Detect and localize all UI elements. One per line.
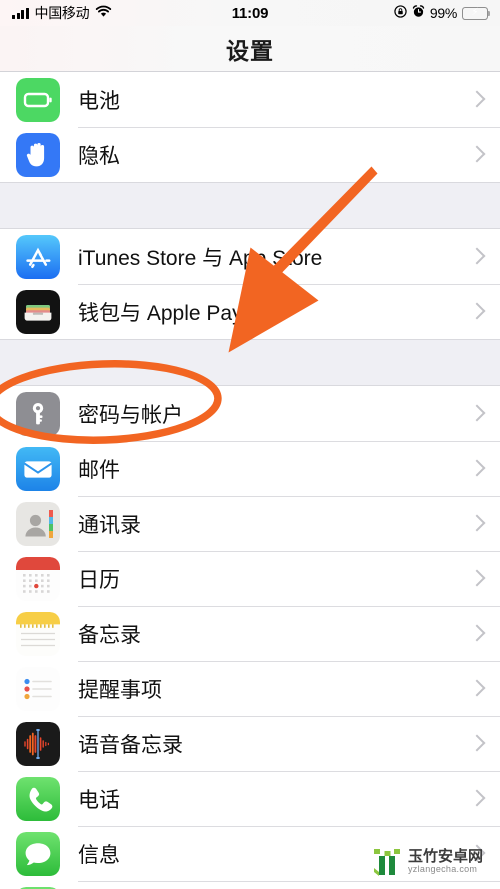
chevron-right-icon	[471, 679, 482, 698]
settings-row-label: 通讯录	[78, 513, 141, 537]
settings-row-label: 钱包与 Apple Pay	[78, 301, 243, 325]
settings-row-label: 提醒事项	[78, 678, 162, 702]
group-separator-1	[0, 182, 500, 229]
settings-row-label: 电池	[78, 89, 120, 113]
privacy-hand-icon	[16, 132, 60, 177]
phone-icon	[16, 776, 60, 821]
settings-group-system: 电池 隐私	[0, 71, 500, 182]
bamboo-logo-icon	[374, 849, 400, 876]
settings-row-label: 日历	[78, 568, 120, 592]
battery-icon	[16, 77, 60, 122]
phone-screen: 中国移动 11:09 99% ⚡ 设置 电池 隐私 iTunes Store 与…	[0, 0, 500, 889]
group-separator-2	[0, 339, 500, 386]
settings-row-passwords-accounts[interactable]: 密码与帐户	[0, 386, 500, 441]
passwords-key-icon	[16, 391, 60, 436]
settings-list[interactable]: 电池 隐私 iTunes Store 与 App Store 钱包与 Apple…	[0, 71, 500, 889]
settings-row-label: 语音备忘录	[78, 733, 183, 757]
settings-row-privacy[interactable]: 隐私	[0, 127, 500, 182]
reminders-icon	[16, 666, 60, 711]
site-watermark: 玉竹安卓网 yzlangecha.com	[370, 845, 483, 879]
chevron-right-icon	[471, 145, 482, 164]
settings-row-battery[interactable]: 电池	[0, 72, 500, 127]
settings-group-accounts: 密码与帐户 邮件 通讯录 日历 备忘录 提醒事项 语音备忘录 电话 信息	[0, 386, 500, 889]
page-title: 设置	[226, 37, 274, 64]
settings-row-label: iTunes Store 与 App Store	[78, 246, 323, 270]
watermark-title: 玉竹安卓网	[408, 848, 484, 866]
settings-row-voice-memos[interactable]: 语音备忘录	[0, 716, 500, 771]
settings-row-phone[interactable]: 电话	[0, 771, 500, 826]
alarm-clock-icon	[412, 4, 425, 22]
settings-row-facetime[interactable]: FaceTime 通话	[0, 881, 500, 889]
settings-group-store: iTunes Store 与 App Store 钱包与 Apple Pay	[0, 229, 500, 339]
mail-icon	[16, 446, 60, 491]
settings-row-calendar[interactable]: 日历	[0, 551, 500, 606]
notes-icon	[16, 611, 60, 656]
contacts-icon	[16, 501, 60, 546]
chevron-right-icon	[471, 459, 482, 478]
settings-row-label: 隐私	[78, 144, 120, 168]
navigation-header: 设置	[0, 26, 500, 71]
status-bar-right: 99% ⚡	[250, 4, 491, 22]
settings-row-wallet-apple-pay[interactable]: 钱包与 Apple Pay	[0, 284, 500, 339]
calendar-icon	[16, 556, 60, 601]
watermark-url: yzlangecha.com	[408, 864, 478, 875]
settings-row-notes[interactable]: 备忘录	[0, 606, 500, 661]
chevron-right-icon	[471, 302, 482, 321]
chevron-right-icon	[471, 404, 482, 423]
chevron-right-icon	[471, 247, 482, 266]
settings-row-mail[interactable]: 邮件	[0, 441, 500, 496]
wallet-icon	[16, 289, 60, 334]
battery-charging-icon: ⚡	[462, 6, 491, 20]
chevron-right-icon	[471, 569, 482, 588]
status-bar: 中国移动 11:09 99% ⚡	[0, 0, 500, 26]
settings-row-contacts[interactable]: 通讯录	[0, 496, 500, 551]
chevron-right-icon	[471, 789, 482, 808]
voice-memos-icon	[16, 721, 60, 766]
settings-row-label: 备忘录	[78, 623, 141, 647]
chevron-right-icon	[471, 624, 482, 643]
settings-row-itunes-app-store[interactable]: iTunes Store 与 App Store	[0, 229, 500, 284]
chevron-right-icon	[471, 514, 482, 533]
app-store-icon	[16, 234, 60, 279]
chevron-right-icon	[471, 90, 482, 109]
settings-row-label: 电话	[78, 788, 120, 812]
settings-row-label: 邮件	[78, 458, 120, 482]
battery-percent-label: 99%	[429, 5, 457, 21]
settings-row-label: 密码与帐户	[78, 403, 183, 427]
settings-row-reminders[interactable]: 提醒事项	[0, 661, 500, 716]
rotation-lock-icon	[394, 4, 407, 22]
messages-icon	[16, 831, 60, 876]
chevron-right-icon	[471, 734, 482, 753]
